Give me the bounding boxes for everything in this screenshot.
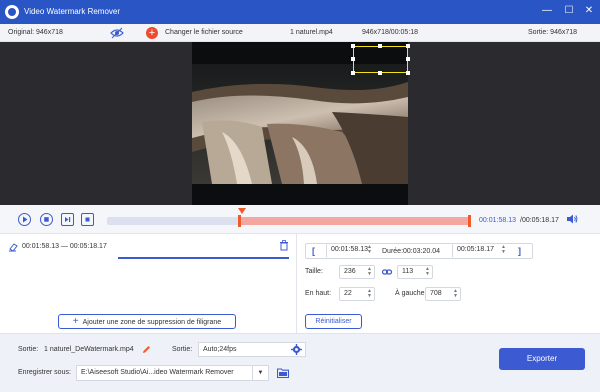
- spinner-icon[interactable]: ▲ ▼: [367, 267, 372, 277]
- resize-handle[interactable]: [351, 71, 355, 75]
- range-start-handle[interactable]: [238, 215, 241, 227]
- volume-icon[interactable]: [566, 214, 578, 224]
- output-settings-bar: Sortie: 1 naturel_DeWatermark.mp4 Sortie…: [0, 333, 600, 392]
- playhead-marker[interactable]: [238, 208, 246, 214]
- play-button[interactable]: [18, 213, 31, 226]
- crop-icon: [85, 217, 90, 222]
- total-time: /00:05:18.17: [520, 217, 559, 224]
- left-value: 708: [430, 290, 442, 297]
- zone-editor-panel: [ 00:01:58.13 ▲ ▼ Durée:00:03:20.04 00:05…: [297, 233, 600, 333]
- output-format-field[interactable]: Auto;24fps: [198, 342, 306, 357]
- output-resolution: Sortie: 946x718: [528, 29, 578, 36]
- segment-range: 00:01:58.13 — 00:05:18.17: [22, 243, 107, 250]
- spinner-icon[interactable]: ▲ ▼: [367, 245, 372, 255]
- segment-progress-line: [118, 257, 289, 259]
- top-field[interactable]: 22 ▲ ▼: [339, 287, 375, 301]
- segment-row[interactable]: 00:01:58.13 — 00:05:18.17: [8, 239, 289, 259]
- timeline-track[interactable]: [107, 215, 471, 227]
- resize-handle[interactable]: [351, 57, 355, 61]
- spinner-icon[interactable]: ▲ ▼: [425, 267, 430, 277]
- end-time-field[interactable]: 00:05:18.17 ▲ ▼: [452, 244, 508, 258]
- next-frame-icon: [65, 217, 71, 222]
- source-info-bar: Original: 946x718 + Changer le fichier s…: [0, 24, 600, 42]
- video-preview: [0, 42, 600, 205]
- add-zone-label: Ajouter une zone de suppression de filig…: [82, 319, 222, 326]
- close-button[interactable]: ✕: [582, 4, 596, 18]
- duration-label: Durée:00:03:20.04: [382, 248, 440, 255]
- top-value: 22: [344, 290, 352, 297]
- output-name-label: Sortie:: [18, 346, 39, 353]
- resize-handle[interactable]: [378, 71, 382, 75]
- save-path-value: E:\Aiseesoft Studio\Ai...ideo Watermark …: [81, 369, 234, 376]
- original-resolution: Original: 946x718: [8, 29, 63, 36]
- current-time: 00:01:58.13: [479, 217, 516, 224]
- minimize-button[interactable]: —: [540, 4, 554, 18]
- resize-handle[interactable]: [351, 44, 355, 48]
- export-button[interactable]: Exporter: [499, 348, 585, 370]
- save-as-label: Enregistrer sous:: [18, 369, 71, 376]
- app-logo-icon: [5, 5, 19, 19]
- link-icon[interactable]: [382, 268, 392, 276]
- segment-list-panel: 00:01:58.13 — 00:05:18.17 + Ajouter une z…: [0, 233, 297, 333]
- timeline-selection[interactable]: [239, 217, 470, 225]
- height-value: 113: [402, 268, 414, 275]
- output-format-value: Auto;24fps: [203, 346, 237, 353]
- spinner-icon[interactable]: ▲ ▼: [453, 289, 458, 299]
- time-range-editor: [ 00:01:58.13 ▲ ▼ Durée:00:03:20.04 00:05…: [305, 243, 533, 259]
- folder-icon[interactable]: [277, 368, 289, 378]
- range-end-handle[interactable]: [468, 215, 471, 227]
- chevron-down-icon[interactable]: ▼: [252, 366, 268, 380]
- spinner-icon[interactable]: ▲ ▼: [367, 289, 372, 299]
- crop-button[interactable]: [81, 213, 94, 226]
- top-label: En haut:: [305, 290, 332, 297]
- play-icon: [23, 216, 28, 223]
- width-value: 236: [344, 268, 356, 275]
- left-field[interactable]: 708 ▲ ▼: [425, 287, 461, 301]
- next-frame-button[interactable]: [61, 213, 74, 226]
- output-format-label: Sortie:: [172, 346, 193, 353]
- app-title: Video Watermark Remover: [24, 7, 121, 16]
- left-label: À gauche:: [395, 290, 427, 297]
- end-time-value: 00:05:18.17: [457, 246, 494, 253]
- start-time-field[interactable]: 00:01:58.13 ▲ ▼: [326, 244, 374, 258]
- plus-icon: +: [72, 316, 79, 327]
- title-bar: Video Watermark Remover — ☐ ✕: [0, 0, 600, 24]
- stop-button[interactable]: [40, 213, 53, 226]
- edit-pencil-icon[interactable]: [142, 345, 151, 354]
- file-info: 946x718/00:05:18: [362, 29, 419, 36]
- output-file-name: 1 naturel_DeWatermark.mp4: [44, 346, 134, 353]
- change-source-button[interactable]: Changer le fichier source: [165, 29, 243, 36]
- save-path-field[interactable]: E:\Aiseesoft Studio\Ai...ideo Watermark …: [76, 365, 269, 381]
- resize-handle[interactable]: [406, 44, 410, 48]
- resize-handle[interactable]: [378, 44, 382, 48]
- resize-handle[interactable]: [406, 57, 410, 61]
- watermark-selection-box[interactable]: [351, 44, 410, 75]
- height-field[interactable]: 113 ▲ ▼: [397, 265, 433, 279]
- gear-icon[interactable]: [291, 344, 302, 355]
- stop-icon: [44, 217, 49, 222]
- size-label: Taille:: [305, 268, 323, 275]
- add-watermark-zone-button[interactable]: + Ajouter une zone de suppression de fili…: [58, 314, 236, 329]
- add-source-icon[interactable]: +: [146, 27, 158, 39]
- spinner-icon[interactable]: ▲ ▼: [501, 245, 506, 255]
- maximize-button[interactable]: ☐: [562, 4, 576, 18]
- start-time-value: 00:01:58.13: [331, 246, 368, 253]
- trash-icon[interactable]: [279, 240, 289, 251]
- eye-icon[interactable]: [110, 27, 124, 39]
- resize-handle[interactable]: [406, 71, 410, 75]
- set-start-bracket-icon[interactable]: [: [312, 246, 315, 256]
- file-name: 1 naturel.mp4: [290, 29, 333, 36]
- width-field[interactable]: 236 ▲ ▼: [339, 265, 375, 279]
- reset-button[interactable]: Réinitialiser: [305, 314, 362, 329]
- eraser-icon: [9, 243, 18, 252]
- set-end-bracket-icon[interactable]: ]: [518, 246, 521, 256]
